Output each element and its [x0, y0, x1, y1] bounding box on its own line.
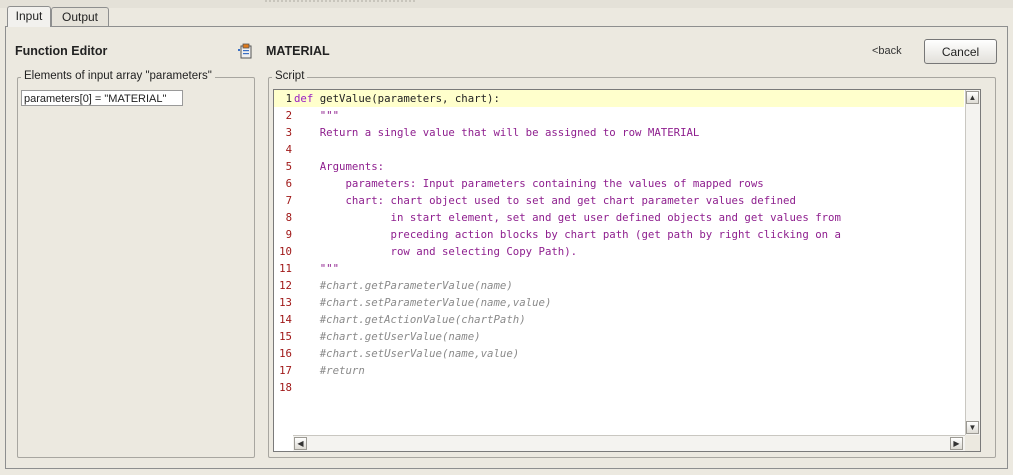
code-text: chart: chart object used to set and get … [294, 194, 796, 207]
horizontal-scrollbar[interactable]: ◀ ▶ [293, 435, 965, 451]
line-number: 8 [285, 211, 292, 224]
code-line[interactable]: 18 [274, 379, 964, 396]
input-elements-legend: Elements of input array "parameters" [21, 70, 215, 82]
arrow-left-icon[interactable]: ◀ [294, 437, 307, 450]
line-number: 2 [285, 109, 292, 122]
line-number: 6 [285, 177, 292, 190]
code-text: #chart.setParameterValue(name,value) [294, 296, 552, 309]
code-text: def getValue(parameters, chart): [294, 92, 500, 105]
line-number: 4 [285, 143, 292, 156]
code-line[interactable]: 6 parameters: Input parameters containin… [274, 175, 964, 192]
line-number: 5 [285, 160, 292, 173]
code-line[interactable]: 15 #chart.getUserValue(name) [274, 328, 964, 345]
code-line[interactable]: 1 def getValue(parameters, chart): [274, 90, 964, 107]
code-text: #chart.getUserValue(name) [294, 330, 481, 343]
splitter-handle[interactable] [265, 0, 415, 4]
code-line[interactable]: 14 #chart.getActionValue(chartPath) [274, 311, 964, 328]
cancel-button[interactable]: Cancel [924, 39, 997, 64]
code-line[interactable]: 16 #chart.setUserValue(name,value) [274, 345, 964, 362]
code-text: preceding action blocks by chart path (g… [294, 228, 841, 241]
code-text: #return [294, 364, 365, 377]
line-number: 17 [279, 364, 292, 377]
parameter-item[interactable]: parameters[0] = "MATERIAL" [21, 90, 183, 106]
arrow-down-icon[interactable]: ▼ [966, 421, 979, 434]
code-line[interactable]: 5 Arguments: [274, 158, 964, 175]
code-line[interactable]: 10 row and selecting Copy Path). [274, 243, 964, 260]
scrollbar-corner [965, 435, 980, 451]
line-number: 12 [279, 279, 292, 292]
code-line[interactable]: 11 """ [274, 260, 964, 277]
code-text: #chart.setUserValue(name,value) [294, 347, 520, 360]
code-line[interactable]: 2 """ [274, 107, 964, 124]
code-line[interactable]: 7 chart: chart object used to set and ge… [274, 192, 964, 209]
line-number: 18 [279, 381, 292, 394]
line-number: 9 [285, 228, 292, 241]
code-line[interactable]: 8 in start element, set and get user def… [274, 209, 964, 226]
code-text: parameters: Input parameters containing … [294, 177, 764, 190]
code-line[interactable]: 12 #chart.getParameterValue(name) [274, 277, 964, 294]
back-link[interactable]: <back [872, 45, 902, 57]
code-text: #chart.getActionValue(chartPath) [294, 313, 526, 326]
line-number: 15 [279, 330, 292, 343]
code-line[interactable]: 17 #return [274, 362, 964, 379]
line-number: 16 [279, 347, 292, 360]
line-number: 13 [279, 296, 292, 309]
code-text: """ [294, 262, 340, 275]
code-text: in start element, set and get user defin… [294, 211, 841, 224]
line-number: 10 [279, 245, 292, 258]
line-number: 7 [285, 194, 292, 207]
code-text: Return a single value that will be assig… [294, 126, 700, 139]
line-number: 14 [279, 313, 292, 326]
window-top-strip [0, 0, 1013, 8]
code-text: Arguments: [294, 160, 385, 173]
input-elements-group [17, 77, 255, 458]
tab-input[interactable]: Input [7, 6, 51, 27]
script-editor[interactable]: 1 def getValue(parameters, chart): 2 """ 3 … [273, 89, 981, 452]
page-title: Function Editor [15, 44, 108, 58]
line-number: 3 [285, 126, 292, 139]
line-number: 11 [279, 262, 292, 275]
tab-output[interactable]: Output [51, 7, 109, 26]
arrow-up-icon[interactable]: ▲ [966, 91, 979, 104]
code-line[interactable]: 13 #chart.setParameterValue(name,value) [274, 294, 964, 311]
arrow-right-icon[interactable]: ▶ [950, 437, 963, 450]
line-number: 1 [285, 92, 292, 105]
script-legend: Script [272, 70, 308, 82]
clipboard-icon [238, 43, 252, 59]
vertical-scrollbar[interactable]: ▲ ▼ [965, 90, 980, 435]
code-line[interactable]: 3 Return a single value that will be ass… [274, 124, 964, 141]
code-text: """ [294, 109, 340, 122]
code-text: row and selecting Copy Path). [294, 245, 578, 258]
code-line[interactable]: 9 preceding action blocks by chart path … [274, 226, 964, 243]
code-line[interactable]: 4 [274, 141, 964, 158]
function-name: MATERIAL [266, 44, 330, 58]
code-text: #chart.getParameterValue(name) [294, 279, 513, 292]
